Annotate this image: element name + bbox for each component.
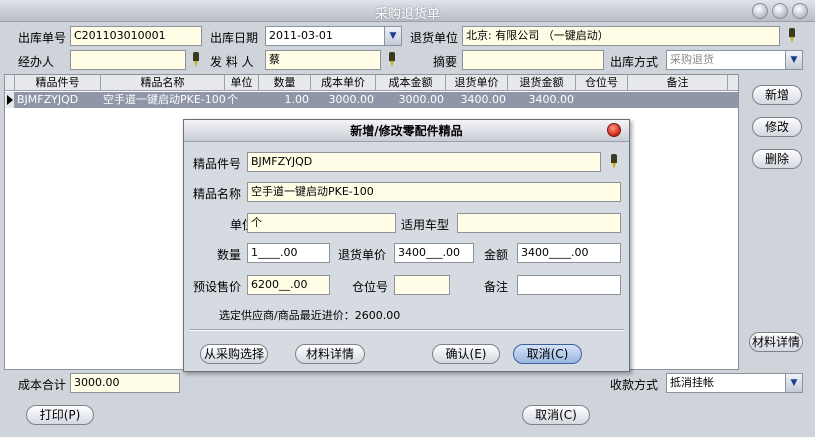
handler-label: 经办人 (18, 55, 55, 69)
remark-label: 备注 (484, 280, 509, 294)
name-label: 精品名称 (193, 187, 242, 201)
from-purchase-button[interactable]: 从采购选择 (200, 344, 268, 364)
table-row[interactable]: BJMFZYJQD 空手道一键启动PKE-100 个 1.00 3000.00 … (5, 92, 738, 108)
date-picker[interactable]: 2011-03-01 ▼ (265, 26, 402, 46)
method-value: 采购退货 (670, 53, 714, 66)
chevron-down-icon[interactable]: ▼ (785, 51, 802, 69)
method-select[interactable]: 采购退货 ▼ (666, 50, 803, 70)
part-no-label: 精品件号 (193, 157, 242, 171)
column-header[interactable]: 备注 (628, 75, 728, 91)
amount-field[interactable]: 3400____.00 (517, 243, 621, 263)
return-price-field[interactable]: 3400___.00 (394, 243, 474, 263)
model-field[interactable] (457, 213, 621, 233)
minimize-button[interactable] (752, 3, 768, 19)
pen-icon[interactable] (608, 154, 620, 170)
cell-return-amount[interactable]: 3400.00 (508, 92, 576, 108)
amount-label: 金额 (484, 248, 509, 262)
cell-unit[interactable]: 个 (225, 92, 259, 108)
chevron-down-icon[interactable]: ▼ (785, 374, 802, 392)
dialog-divider (190, 329, 624, 331)
title-bar: 采购退货单 (0, 0, 815, 22)
maximize-button[interactable] (772, 3, 788, 19)
dialog-detail-button[interactable]: 材料详情 (295, 344, 365, 364)
column-header[interactable]: 成本单价 (311, 75, 376, 91)
add-button[interactable]: 新增 (752, 85, 802, 105)
part-no-field[interactable]: BJMFZYJQD (247, 152, 601, 172)
name-field[interactable]: 空手道一键启动PKE-100 (247, 182, 621, 202)
column-header[interactable]: 仓位号 (576, 75, 628, 91)
column-header[interactable]: 退货单价 (446, 75, 508, 91)
column-header[interactable]: 精品名称 (101, 75, 225, 91)
return-price-label: 退货单价 (338, 248, 387, 262)
delete-button[interactable]: 删除 (752, 149, 802, 169)
footer-bar: 成本合计 3000.00 收款方式 抵消挂帐 ▼ 打印(P) 取消(C) (0, 370, 815, 437)
payment-select[interactable]: 抵消挂帐 ▼ (666, 373, 803, 393)
payment-label: 收款方式 (610, 378, 659, 392)
summary-label: 摘要 (433, 55, 458, 69)
qty-label: 数量 (217, 248, 242, 262)
row-pointer-icon (7, 95, 13, 105)
handler-field[interactable] (70, 50, 186, 70)
cancel-button[interactable]: 取消(C) (522, 405, 590, 425)
unit-field[interactable]: 个 (247, 213, 396, 233)
column-header[interactable]: 单位 (225, 75, 259, 91)
dialog-cancel-button[interactable]: 取消(C) (513, 344, 582, 364)
date-label: 出库日期 (210, 31, 259, 45)
close-icon[interactable] (607, 123, 621, 137)
cost-total-label: 成本合计 (18, 378, 67, 392)
location-field[interactable] (394, 275, 450, 295)
remark-field[interactable] (517, 275, 621, 295)
preset-price-label: 预设售价 (193, 280, 242, 294)
order-no-field[interactable]: C201103010001 (70, 26, 202, 46)
cell-remark[interactable] (628, 92, 728, 108)
row-indicator-header (5, 75, 15, 91)
summary-field[interactable] (462, 50, 604, 70)
cell-location[interactable] (576, 92, 628, 108)
method-label: 出库方式 (610, 55, 659, 69)
preset-price-field[interactable]: 6200__.00 (247, 275, 330, 295)
column-header[interactable]: 成本金额 (376, 75, 446, 91)
date-value: 2011-03-01 (269, 29, 333, 42)
print-button[interactable]: 打印(P) (26, 405, 94, 425)
pen-icon[interactable] (786, 28, 798, 44)
qty-field[interactable]: 1____.00 (247, 243, 330, 263)
row-indicator (5, 92, 15, 108)
material-detail-button[interactable]: 材料详情 (749, 332, 803, 352)
cell-qty[interactable]: 1.00 (259, 92, 311, 108)
column-header[interactable]: 退货金额 (508, 75, 576, 91)
chevron-down-icon[interactable]: ▼ (384, 27, 401, 45)
pen-icon[interactable] (190, 52, 202, 68)
model-label: 适用车型 (401, 218, 450, 232)
payment-value: 抵消挂帐 (670, 376, 714, 389)
confirm-button[interactable]: 确认(E) (432, 344, 500, 364)
cell-name[interactable]: 空手道一键启动PKE-100 (101, 92, 225, 108)
return-unit-field[interactable]: 北京: 有限公司 （一键启动） (462, 26, 780, 46)
cell-part-no[interactable]: BJMFZYJQD (15, 92, 101, 108)
dialog-title: 新增/修改零配件精品 (350, 124, 463, 138)
cell-return-price[interactable]: 3400.00 (446, 92, 508, 108)
cell-cost-price[interactable]: 3000.00 (311, 92, 376, 108)
issuer-field[interactable]: 蔡 (265, 50, 381, 70)
cell-cost-amount[interactable]: 3000.00 (376, 92, 446, 108)
pen-icon[interactable] (386, 52, 398, 68)
column-header[interactable]: 精品件号 (15, 75, 101, 91)
edit-button[interactable]: 修改 (752, 117, 802, 137)
issuer-label: 发 料 人 (210, 55, 254, 69)
cost-total-field: 3000.00 (70, 373, 180, 393)
order-no-label: 出库单号 (18, 31, 67, 45)
return-unit-label: 退货单位 (410, 31, 459, 45)
close-button[interactable] (792, 3, 808, 19)
column-header[interactable]: 数量 (259, 75, 311, 91)
dialog-title-bar: 新增/修改零配件精品 (184, 120, 629, 142)
table-header: 精品件号 精品名称 单位 数量 成本单价 成本金额 退货单价 退货金额 仓位号 … (5, 75, 738, 91)
recent-price-text: 选定供应商/商品最近进价：2600.00 (219, 309, 401, 322)
window-title: 采购退货单 (374, 7, 440, 22)
location-label: 仓位号 (352, 280, 389, 294)
edit-part-dialog: 新增/修改零配件精品 精品件号 BJMFZYJQD 精品名称 空手道一键启动PK… (183, 119, 630, 372)
